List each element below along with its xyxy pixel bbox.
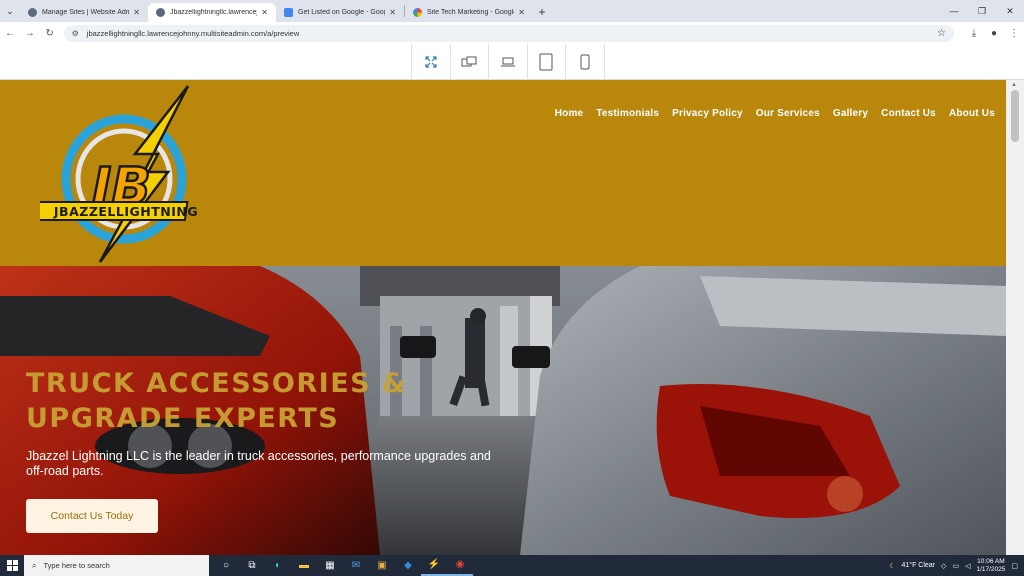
close-icon[interactable]: ✕ bbox=[518, 8, 525, 17]
search-icon: ⌕ bbox=[32, 560, 37, 570]
close-window-icon[interactable]: ✕ bbox=[996, 6, 1024, 17]
responsive-button[interactable] bbox=[451, 44, 489, 80]
hero-section: TRUCK ACCESSORIES & UPGRADE EXPERTS Jbaz… bbox=[0, 266, 1006, 555]
laptop-icon bbox=[500, 57, 515, 67]
clock-time: 10:06 AM bbox=[977, 557, 1005, 565]
browser-tab-bar: ⌄ Manage Sites | Website Admin ✕ Jbazzel… bbox=[0, 0, 1024, 22]
google-icon bbox=[413, 8, 422, 17]
task-view-icon[interactable]: ⧉ bbox=[239, 555, 265, 576]
menu-icon[interactable]: ⋮ bbox=[1004, 28, 1024, 39]
address-bar-row: ← → ↻ ⚙ jbazzellightningllc.lawrencejohn… bbox=[0, 22, 1024, 44]
scrollbar-thumb[interactable] bbox=[1011, 90, 1019, 142]
site-info-icon[interactable]: ⚙ bbox=[72, 29, 79, 38]
device-button-group bbox=[411, 44, 605, 80]
url-text: jbazzellightningllc.lawrencejohnny.multi… bbox=[86, 28, 300, 38]
url-input[interactable]: ⚙ jbazzellightningllc.lawrencejohnny.mul… bbox=[63, 24, 955, 42]
globe-icon bbox=[28, 8, 37, 17]
laptop-button[interactable] bbox=[489, 44, 528, 80]
reload-icon[interactable]: ↻ bbox=[40, 28, 60, 39]
tab-title: Site Tech Marketing - Google S bbox=[427, 9, 515, 16]
restore-icon[interactable]: ❐ bbox=[968, 6, 996, 17]
system-tray: ☾ 41°F Clear ◇ ▭ ◁ 10:06 AM 1/17/2025 ▢ bbox=[889, 558, 1024, 574]
fit-screen-button[interactable] bbox=[412, 44, 451, 80]
nav-about-us[interactable]: About Us bbox=[949, 108, 995, 119]
tab-title: Jbazzellightningllc.lawrencejohnny bbox=[170, 9, 258, 16]
app-blue-icon[interactable]: ◆ bbox=[395, 555, 421, 576]
site-header: JB JBAZZELLIGHTNING Home Testimonials Pr… bbox=[0, 80, 1006, 266]
tab-site-tech[interactable]: Site Tech Marketing - Google S ✕ bbox=[405, 3, 533, 22]
nav-privacy-policy[interactable]: Privacy Policy bbox=[672, 108, 743, 119]
photos-icon[interactable]: ▣ bbox=[369, 555, 395, 576]
document-icon bbox=[284, 8, 293, 17]
tray-apps-icon[interactable]: ◇ bbox=[941, 562, 946, 570]
notification-icon[interactable]: ▢ bbox=[1011, 562, 1018, 570]
responsive-icon bbox=[461, 56, 477, 67]
start-button[interactable] bbox=[0, 560, 24, 571]
search-placeholder: Type here to search bbox=[43, 561, 110, 570]
tab-search-icon[interactable]: ⌄ bbox=[0, 0, 20, 22]
volume-icon[interactable]: ◁ bbox=[965, 562, 970, 570]
nav-gallery[interactable]: Gallery bbox=[833, 108, 868, 119]
tab-title: Get Listed on Google - Google bbox=[298, 9, 386, 16]
edge-icon[interactable]: ◐ bbox=[265, 555, 291, 576]
window-controls: — ❐ ✕ bbox=[940, 0, 1024, 22]
mobile-icon bbox=[580, 54, 590, 70]
close-icon[interactable]: ✕ bbox=[389, 8, 396, 17]
windows-logo-icon bbox=[6, 560, 18, 571]
hero-title: TRUCK ACCESSORIES & UPGRADE EXPERTS bbox=[26, 366, 546, 436]
profile-icon[interactable]: ● bbox=[984, 28, 1004, 39]
app-logo-icon[interactable]: ⚡ bbox=[421, 555, 447, 576]
hero-subtitle: Jbazzel Lightning LLC is the leader in t… bbox=[26, 449, 491, 478]
nav-testimonials[interactable]: Testimonials bbox=[596, 108, 659, 119]
mail-icon[interactable]: ✉ bbox=[343, 555, 369, 576]
clock-date: 1/17/2025 bbox=[976, 565, 1006, 573]
site-preview: JB JBAZZELLIGHTNING Home Testimonials Pr… bbox=[0, 80, 1006, 555]
hero-title-line-1: TRUCK ACCESSORIES & bbox=[26, 368, 408, 399]
mobile-button[interactable] bbox=[566, 44, 605, 80]
scroll-up-icon[interactable]: ▲ bbox=[1011, 82, 1017, 88]
bookmark-star-icon[interactable]: ☆ bbox=[937, 28, 946, 39]
close-icon[interactable]: ✕ bbox=[133, 8, 140, 17]
moon-icon: ☾ bbox=[889, 562, 896, 570]
forward-icon[interactable]: → bbox=[20, 28, 40, 39]
network-icon[interactable]: ▭ bbox=[952, 562, 959, 570]
store-icon[interactable]: ▦ bbox=[317, 555, 343, 576]
tab-preview[interactable]: Jbazzellightningllc.lawrencejohnny ✕ bbox=[148, 3, 276, 22]
tablet-button[interactable] bbox=[528, 44, 566, 80]
page-scrollbar[interactable]: ▲ bbox=[1006, 80, 1024, 555]
logo-text: JBAZZELLIGHTNING bbox=[53, 204, 198, 219]
contact-us-today-button[interactable]: Contact Us Today bbox=[26, 499, 158, 533]
back-icon[interactable]: ← bbox=[0, 28, 20, 39]
browser-toolbar-icons: ⤓ ● ⋮ bbox=[964, 28, 1024, 39]
new-tab-button[interactable]: + bbox=[533, 2, 551, 22]
tab-title: Manage Sites | Website Admin bbox=[42, 9, 130, 16]
clock[interactable]: 10:06 AM 1/17/2025 bbox=[976, 558, 1005, 574]
weather-text[interactable]: 41°F Clear bbox=[902, 562, 936, 569]
close-icon[interactable]: ✕ bbox=[261, 8, 268, 17]
file-explorer-icon[interactable]: ▬ bbox=[291, 555, 317, 576]
site-nav: Home Testimonials Privacy Policy Our Ser… bbox=[555, 108, 995, 119]
preview-toolbar bbox=[0, 44, 1024, 80]
nav-contact-us[interactable]: Contact Us bbox=[881, 108, 936, 119]
tablet-icon bbox=[539, 53, 553, 71]
minimize-icon[interactable]: — bbox=[940, 6, 968, 16]
cortana-icon[interactable]: ○ bbox=[213, 555, 239, 576]
taskbar-search-input[interactable]: ⌕ Type here to search bbox=[24, 555, 209, 576]
fit-screen-icon bbox=[425, 56, 437, 68]
hero-text-block: TRUCK ACCESSORIES & UPGRADE EXPERTS Jbaz… bbox=[26, 366, 546, 479]
windows-taskbar: ⌕ Type here to search ○ ⧉ ◐ ▬ ▦ ✉ ▣ ◆ ⚡ … bbox=[0, 555, 1024, 576]
site-logo[interactable]: JB JBAZZELLIGHTNING bbox=[40, 84, 210, 264]
taskbar-apps: ○ ⧉ ◐ ▬ ▦ ✉ ▣ ◆ ⚡ ◉ bbox=[213, 555, 473, 576]
tab-manage-sites[interactable]: Manage Sites | Website Admin ✕ bbox=[20, 3, 148, 22]
nav-our-services[interactable]: Our Services bbox=[756, 108, 820, 119]
tab-get-listed[interactable]: Get Listed on Google - Google ✕ bbox=[276, 3, 404, 22]
chrome-icon[interactable]: ◉ bbox=[447, 555, 473, 576]
nav-home[interactable]: Home bbox=[555, 108, 584, 119]
download-icon[interactable]: ⤓ bbox=[964, 28, 984, 39]
globe-icon bbox=[156, 8, 165, 17]
hero-title-line-2: UPGRADE EXPERTS bbox=[26, 403, 340, 434]
